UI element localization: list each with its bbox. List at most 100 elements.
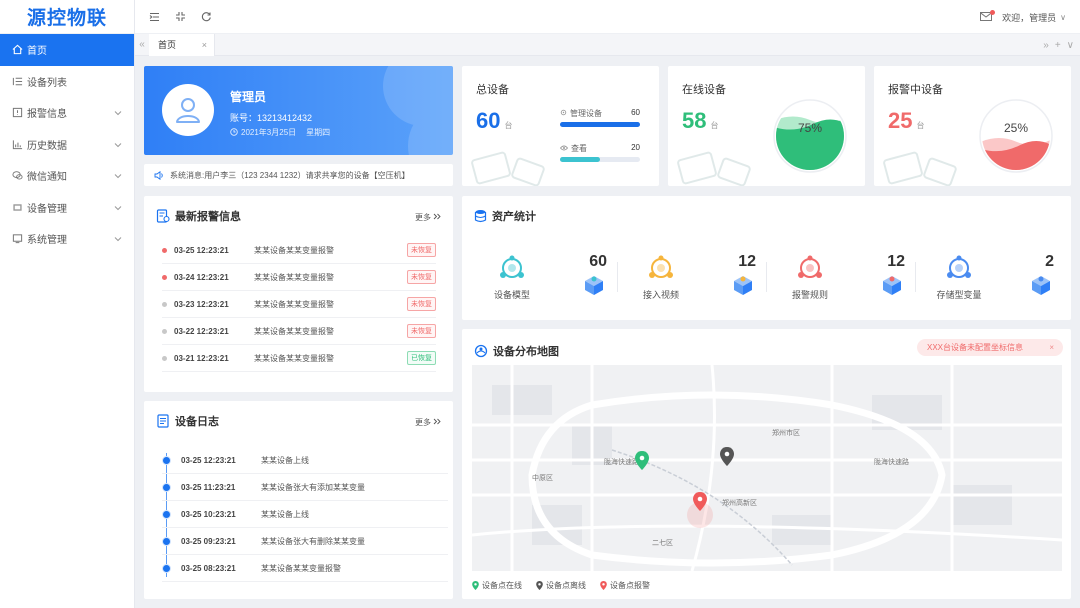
chevron-down-icon <box>114 203 122 214</box>
map-legend: 设备点在线 设备点离线 设备点报警 <box>472 580 650 591</box>
tab-scroll-right[interactable]: » <box>1043 40 1049 51</box>
tab-home[interactable]: 首页 × <box>149 33 215 56</box>
mail-icon[interactable] <box>980 10 996 24</box>
decorative-illustration <box>677 151 751 186</box>
cube-icon <box>883 276 901 295</box>
alarm-row[interactable]: 03-21 12:23:21 某某设备某某变量报警 已恢复 <box>162 345 436 372</box>
close-icon[interactable]: × <box>1049 343 1054 352</box>
map-place-label: 二七区 <box>652 538 673 547</box>
panel-title: 设备日志 <box>175 416 219 428</box>
profile-decoration <box>383 66 453 155</box>
log-time: 03-25 12:23:21 <box>181 455 236 465</box>
log-row[interactable]: 03-25 11:23:21 某某设备张大有添加某某变量 <box>162 474 448 501</box>
device-model-icon <box>500 255 524 278</box>
profile-card: 管理员 账号：13213412432 2021年3月25日 星期四 <box>144 66 453 155</box>
tab-close-icon[interactable]: × <box>202 40 207 50</box>
log-row[interactable]: 03-25 08:23:21 某某设备某某变量报警 <box>162 555 448 582</box>
double-chevron-right-icon <box>433 213 441 222</box>
sidebar-item-label: 历史数据 <box>27 140 67 152</box>
alarm-desc: 某某设备某某变量报警 <box>254 245 334 255</box>
map-road-label: 陇海快速路 <box>874 457 909 466</box>
sidebar-item-home[interactable]: 首页 <box>0 34 134 66</box>
alarm-desc: 某某设备某某变量报警 <box>254 272 334 282</box>
alarm-row[interactable]: 03-24 12:23:21 某某设备某某变量报警 未恢复 <box>162 264 436 291</box>
compress-icon[interactable] <box>173 10 187 24</box>
alarm-time: 03-24 12:23:21 <box>174 272 229 282</box>
log-more-link[interactable]: 更多 <box>415 417 441 428</box>
profile-date-text: 2021年3月25日 <box>241 128 297 137</box>
alarm-rule-icon <box>798 255 822 278</box>
alarm-row[interactable]: 03-23 12:23:21 某某设备某某变量报警 未恢复 <box>162 291 436 318</box>
map-canvas[interactable]: 陇海快速路 陇海快速路 郑州高新区 郑州市区 中原区 二七区 <box>472 365 1062 571</box>
sidebar-item-wechat-notify[interactable]: 微信通知 <box>0 160 134 192</box>
alarm-time: 03-23 12:23:21 <box>174 299 229 309</box>
alarm-status-badge: 未恢复 <box>407 270 436 284</box>
alarm-row[interactable]: 03-25 12:23:21 某某设备某某变量报警 未恢复 <box>162 237 436 264</box>
refresh-icon[interactable] <box>199 10 213 24</box>
notice-text: 系统消息:用户李三（123 2344 1232）请求共享您的设备【空压机】 <box>170 170 410 180</box>
app-logo: 源控物联 <box>0 0 134 34</box>
clock-icon <box>230 127 238 138</box>
chevron-down-icon <box>114 140 122 151</box>
avatar <box>162 84 214 136</box>
map-pin-icon <box>600 581 607 590</box>
asset-item[interactable]: 存储型变量 2 <box>919 246 1064 306</box>
sidebar-item-label: 系统管理 <box>27 235 67 247</box>
divider <box>766 262 767 292</box>
map-place-label: 中原区 <box>532 473 553 482</box>
log-row[interactable]: 03-25 10:23:21 某某设备上线 <box>162 501 448 528</box>
system-notice[interactable]: 系统消息:用户李三（123 2344 1232）请求共享您的设备【空压机】 <box>144 164 453 186</box>
tab-add[interactable]: + <box>1055 40 1061 51</box>
tab-menu[interactable]: ∨ <box>1067 40 1074 51</box>
map-roads: 陇海快速路 陇海快速路 郑州高新区 郑州市区 中原区 二七区 <box>472 365 1062 571</box>
stat-value: 25 台 <box>888 108 925 133</box>
map-place-label: 郑州高新区 <box>722 498 757 507</box>
log-desc: 某某设备某某变量报警 <box>261 563 341 573</box>
log-document-icon <box>156 414 170 428</box>
alarm-status-dot <box>162 274 167 280</box>
asset-label: 设备模型 <box>493 290 530 300</box>
sidebar-item-label: 设备列表 <box>27 77 67 89</box>
alarm-row[interactable]: 03-22 12:23:21 某某设备某某变量报警 未恢复 <box>162 318 436 345</box>
asset-item[interactable]: 接入视频 12 <box>621 246 766 306</box>
asset-value: 12 <box>738 253 756 270</box>
timeline-dot <box>162 455 171 465</box>
sidebar-item-history-data[interactable]: 历史数据 <box>0 129 134 161</box>
asset-value: 2 <box>1045 253 1054 270</box>
log-time: 03-25 11:23:21 <box>181 482 236 492</box>
log-row[interactable]: 03-25 12:23:21 某某设备上线 <box>162 447 448 474</box>
eye-icon <box>559 144 569 153</box>
home-icon <box>11 44 23 56</box>
welcome-user[interactable]: 欢迎，管理员 <box>1002 11 1056 24</box>
profile-name: 管理员 <box>230 90 267 104</box>
device-log-panel: 设备日志 更多 03-25 12:23:21 某某设备上线 03-25 11:23:… <box>144 401 453 599</box>
sidebar-item-label: 报警信息 <box>27 109 67 121</box>
tab-scroll-left[interactable]: « <box>135 39 149 50</box>
stat-title: 总设备 <box>476 84 509 96</box>
map-pin-icon <box>472 581 479 590</box>
asset-item[interactable]: 设备模型 60 <box>472 246 617 306</box>
sidebar-item-device-management[interactable]: 设备管理 <box>0 192 134 224</box>
map-pin-icon <box>536 581 543 590</box>
alarm-more-link[interactable]: 更多 <box>415 212 441 223</box>
sidebar-item-alarm-info[interactable]: 报警信息 <box>0 97 134 129</box>
chevron-down-icon <box>114 234 122 245</box>
sidebar-item-system-management[interactable]: 系统管理 <box>0 223 134 255</box>
menu-fold-icon[interactable] <box>147 10 161 24</box>
alarm-status-badge: 未恢复 <box>407 243 436 257</box>
device-icon <box>11 201 23 213</box>
chevron-down-icon <box>114 108 122 119</box>
map-place-label: 郑州市区 <box>772 428 800 437</box>
user-menu-caret[interactable]: ∨ <box>1060 13 1066 22</box>
progress-fill <box>560 122 640 127</box>
panel-title: 设备分布地图 <box>493 346 559 358</box>
gauge-percent: 25% <box>1003 121 1029 135</box>
sidebar-item-device-list[interactable]: 设备列表 <box>0 66 134 98</box>
asset-item[interactable]: 报警规则 12 <box>770 246 915 306</box>
log-desc: 某某设备张大有删除某某变量 <box>261 536 365 546</box>
asset-label: 接入视频 <box>642 290 679 300</box>
video-access-icon <box>649 255 673 278</box>
top-header: 欢迎，管理员 ∨ <box>135 0 1080 34</box>
log-row[interactable]: 03-25 09:23:21 某某设备张大有删除某某变量 <box>162 528 448 555</box>
alarm-status-dot <box>162 301 167 307</box>
